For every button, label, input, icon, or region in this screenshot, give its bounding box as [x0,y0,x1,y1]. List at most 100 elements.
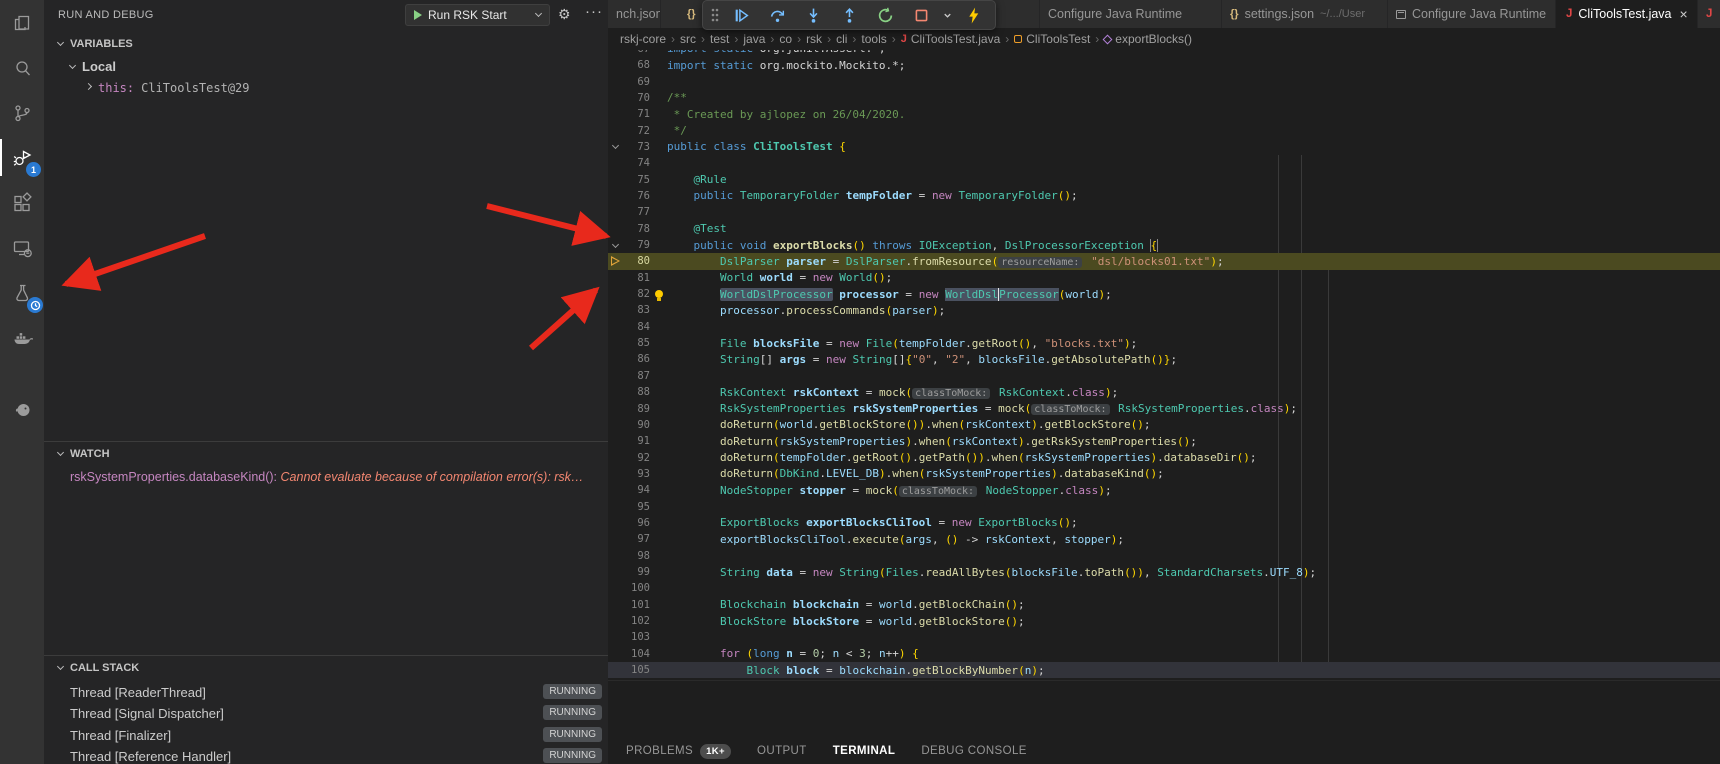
code-line-101[interactable]: 101 Blockchain blockchain = world.getBlo… [608,597,1720,613]
code-line-92[interactable]: 92 doReturn(tempFolder.getRoot().getPath… [608,449,1720,465]
extensions-icon[interactable] [0,180,44,225]
docker-icon[interactable] [0,315,44,360]
code-line-81[interactable]: 81 World world = new World(); [608,270,1720,286]
breadcrumb-item-cli[interactable]: cli [836,32,847,46]
code-line-72[interactable]: 72 */ [608,122,1720,138]
code-line-68[interactable]: 68import static org.mockito.Mockito.*; [608,57,1720,73]
code-line-96[interactable]: 96 ExportBlocks exportBlocksCliTool = ne… [608,515,1720,531]
breadcrumb-item-clitoolstest-java[interactable]: JCliToolsTest.java [901,32,1001,46]
code-line-86[interactable]: 86 String[] args = new String[]{"0", "2"… [608,351,1720,367]
variable-this-row[interactable]: this: CliToolsTest@29 [44,77,608,98]
code-line-95[interactable]: 95 [608,498,1720,514]
code-line-91[interactable]: 91 doReturn(rskSystemProperties).when(rs… [608,433,1720,449]
code-line-80[interactable]: 80 DslParser parser = DslParser.fromReso… [608,253,1720,269]
code-line-75[interactable]: 75 @Rule [608,171,1720,187]
code-line-103[interactable]: 103 [608,629,1720,645]
breadcrumb-item-rsk[interactable]: rsk [806,32,822,46]
breadcrumb-item-co[interactable]: co [779,32,792,46]
breadcrumb-item-tools[interactable]: tools [861,32,886,46]
gutter-margin[interactable] [608,256,623,266]
watch-expression-row[interactable]: rskSystemProperties.databaseKind(): Cann… [44,466,608,487]
code-line-79[interactable]: 79 public void exportBlocks() throws IOE… [608,237,1720,253]
code-line-76[interactable]: 76 public TemporaryFolder tempFolder = n… [608,188,1720,204]
code-line-85[interactable]: 85 File blocksFile = new File(tempFolder… [608,335,1720,351]
code-line-83[interactable]: 83 processor.processCommands(parser); [608,302,1720,318]
call-stack-thread[interactable]: Thread [Reference Handler]RUNNING [44,746,608,764]
breadcrumb-item-rskj-core[interactable]: rskj-core [620,32,666,46]
code-line-99[interactable]: 99 String data = new String(Files.readAl… [608,564,1720,580]
code-line-77[interactable]: 77 [608,204,1720,220]
call-stack-thread[interactable]: Thread [Finalizer]RUNNING [44,725,608,746]
breadcrumb-item-java[interactable]: java [743,32,765,46]
continue-icon[interactable] [723,2,759,28]
run-and-debug-icon[interactable]: 1 [0,135,44,180]
gutter-margin[interactable] [608,145,623,148]
breadcrumb-item-test[interactable]: test [710,32,729,46]
source-control-icon[interactable] [0,90,44,135]
breadcrumb-item-clitoolstest[interactable]: CliToolsTest [1014,32,1090,46]
code-line-74[interactable]: 74 [608,155,1720,171]
hot-code-replace-icon[interactable] [955,2,991,28]
explorer-icon[interactable] [0,0,44,45]
code-line-69[interactable]: 69 [608,73,1720,89]
panel-tab-output[interactable]: OUTPUT [757,745,807,757]
code-line-97[interactable]: 97 exportBlocksCliTool.execute(args, () … [608,531,1720,547]
run-config-button[interactable]: Run RSK Start [405,4,550,26]
gradle-icon[interactable] [0,386,44,431]
call-stack-thread[interactable]: Thread [ReaderThread]RUNNING [44,682,608,703]
tab-clitoolstest-java[interactable]: JCliToolsTest.java× [1556,0,1698,28]
gear-icon[interactable]: ⚙ [558,6,571,23]
code-line-71[interactable]: 71 * Created by ajlopez on 26/04/2020. [608,106,1720,122]
panel-tab-terminal[interactable]: TERMINAL [833,745,896,757]
fold-chevron-icon[interactable] [612,240,619,247]
code-line-94[interactable]: 94 NodeStopper stopper = mock(classToMoc… [608,482,1720,498]
testing-icon[interactable] [0,270,44,315]
code-area[interactable]: 67import static org.junit.Assert.*;68imp… [608,0,1720,680]
code-line-104[interactable]: 104 for (long n = 0; n < 3; n++) { [608,646,1720,662]
call-stack-thread[interactable]: Thread [Signal Dispatcher]RUNNING [44,703,608,724]
more-actions-icon[interactable]: ··· [585,3,603,20]
remote-explorer-icon[interactable] [0,225,44,270]
code-line-102[interactable]: 102 BlockStore blockStore = world.getBlo… [608,613,1720,629]
tab-nch-json[interactable]: nch.json [608,0,661,28]
code-text: RskContext rskContext = mock(classToMock… [667,386,1720,399]
code-line-105[interactable]: 105 Block block = blockchain.getBlockByN… [608,662,1720,678]
code-line-78[interactable]: 78 @Test [608,221,1720,237]
stop-icon[interactable] [903,2,939,28]
code-line-100[interactable]: 100 [608,580,1720,596]
search-icon[interactable] [0,45,44,90]
code-line-89[interactable]: 89 RskSystemProperties rskSystemProperti… [608,400,1720,416]
code-line-98[interactable]: 98 [608,548,1720,564]
close-icon[interactable]: × [1680,6,1688,22]
tab-partial[interactable]: J [1698,0,1720,28]
breadcrumb-item-exportblocks-[interactable]: exportBlocks() [1104,32,1192,46]
code-line-84[interactable]: 84 [608,319,1720,335]
tab-configure-java-runtime[interactable]: Configure Java Runtime [1040,0,1222,28]
code-line-70[interactable]: 70/** [608,90,1720,106]
code-line-82[interactable]: 82 WorldDslProcessor processor = new Wor… [608,286,1720,302]
step-into-icon[interactable] [795,2,831,28]
panel-tab-problems[interactable]: PROBLEMS1K+ [626,744,731,759]
breadcrumb-item-src[interactable]: src [680,32,696,46]
tab-configure-java-runtime[interactable]: Configure Java Runtime [1388,0,1556,28]
code-line-90[interactable]: 90 doReturn(world.getBlockStore()).when(… [608,417,1720,433]
breadcrumb[interactable]: rskj-core›src›test›java›co›rsk›cli›tools… [608,28,1720,50]
lightbulb-icon[interactable] [655,290,663,298]
code-line-88[interactable]: 88 RskContext rskContext = mock(classToM… [608,384,1720,400]
gutter-margin[interactable] [608,244,623,247]
restart-icon[interactable] [867,2,903,28]
watch-section-header[interactable]: WATCH [44,444,608,464]
variables-section-header[interactable]: VARIABLES [44,34,608,54]
variables-scope-local[interactable]: Local [44,56,608,77]
section-divider [44,655,608,656]
code-line-87[interactable]: 87 [608,368,1720,384]
call-stack-section-header[interactable]: CALL STACK [44,658,608,678]
step-out-icon[interactable] [831,2,867,28]
fold-chevron-icon[interactable] [612,142,619,149]
panel-tab-debug-console[interactable]: DEBUG CONSOLE [921,745,1027,757]
chevron-down-icon[interactable] [939,2,955,28]
step-over-icon[interactable] [759,2,795,28]
code-line-73[interactable]: 73public class CliToolsTest { [608,139,1720,155]
code-line-93[interactable]: 93 doReturn(DbKind.LEVEL_DB).when(rskSys… [608,466,1720,482]
tab-settings-json[interactable]: {}settings.json~/.../User [1222,0,1388,28]
